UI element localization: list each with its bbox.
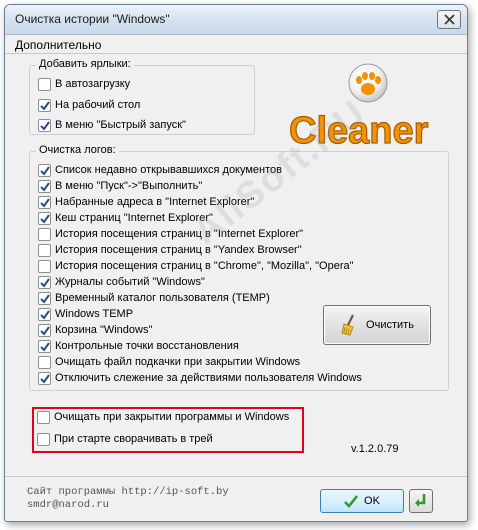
log-option-row[interactable]: Список недавно открывавшихся документов bbox=[38, 162, 282, 178]
checkbox[interactable] bbox=[38, 259, 51, 273]
log-option-row[interactable]: Временный каталог пользователя (TEMP) bbox=[38, 290, 270, 306]
site-email-text: smdr@narod.ru bbox=[27, 499, 109, 511]
checkbox[interactable] bbox=[38, 227, 51, 241]
checkbox-label: В меню "Пуск"->"Выполнить" bbox=[55, 180, 203, 192]
option-minimize-to-tray-row[interactable]: При старте сворачивать в трей bbox=[37, 431, 213, 447]
shortcut-autostart-row[interactable]: В автозагрузку bbox=[38, 76, 130, 92]
option-clean-on-close-row[interactable]: Очищать при закрытии программы и Windows bbox=[37, 409, 289, 425]
checkbox-label: История посещения страниц в "Yandex Brow… bbox=[55, 244, 302, 256]
checkbox-label: При старте сворачивать в трей bbox=[54, 433, 213, 445]
log-option-row[interactable]: История посещения страниц в "Yandex Brow… bbox=[38, 242, 302, 258]
menu-item-additional[interactable]: Дополнительно bbox=[15, 38, 101, 52]
checkbox[interactable] bbox=[38, 243, 51, 257]
log-option-row[interactable]: Windows TEMP bbox=[38, 306, 133, 322]
checkbox[interactable] bbox=[38, 371, 51, 385]
cleaner-logo: Cleaner bbox=[283, 63, 453, 153]
checkmark-icon bbox=[40, 181, 50, 192]
checkmark-icon bbox=[40, 325, 50, 336]
checkmark-icon bbox=[40, 213, 50, 224]
checkbox[interactable] bbox=[38, 307, 51, 321]
checkmark-icon bbox=[40, 277, 50, 288]
checkbox[interactable] bbox=[38, 339, 51, 353]
checkbox-label: Набранные адреса в "Internet Explorer" bbox=[55, 196, 255, 208]
checkmark-icon bbox=[40, 293, 50, 304]
log-option-row[interactable]: Отключить слежение за действиями пользов… bbox=[38, 370, 362, 386]
checkbox-label: Очищать файл подкачки при закрытии Windo… bbox=[55, 356, 301, 368]
checkmark-icon bbox=[40, 373, 50, 384]
clean-button-label: Очистить bbox=[366, 319, 414, 331]
checkbox-label: История посещения страниц в "Internet Ex… bbox=[55, 228, 304, 240]
log-option-row[interactable]: Кеш страниц "Internet Explorer" bbox=[38, 210, 213, 226]
checkbox-label: Отключить слежение за действиями пользов… bbox=[55, 372, 362, 384]
logs-group-title: Очистка логов: bbox=[36, 144, 119, 156]
checkmark-icon bbox=[40, 120, 50, 131]
log-option-row[interactable]: История посещения страниц в "Internet Ex… bbox=[38, 226, 303, 242]
menu-bar: Дополнительно bbox=[5, 35, 467, 54]
paw-logo-icon: Cleaner bbox=[288, 63, 429, 153]
checkbox-label: Windows TEMP bbox=[55, 308, 134, 320]
shortcuts-group-title: Добавить ярлыки: bbox=[36, 58, 134, 70]
shortcut-desktop-row[interactable]: На рабочий стол bbox=[38, 97, 140, 113]
version-label: v.1.2.0.79 bbox=[351, 443, 399, 455]
title-bar[interactable]: Очистка истории "Windows" bbox=[5, 5, 467, 35]
checkbox[interactable] bbox=[37, 410, 50, 424]
logo-text: Cleaner bbox=[289, 110, 429, 152]
log-option-row[interactable]: Контрольные точки восстановления bbox=[38, 338, 239, 354]
site-url-text: Сайт программы http://ip-soft.by bbox=[27, 486, 229, 498]
clean-button[interactable]: Очистить bbox=[323, 305, 431, 345]
checkbox[interactable] bbox=[38, 275, 51, 289]
checkbox-label: Список недавно открывавшихся документов bbox=[55, 164, 283, 176]
log-option-row[interactable]: Набранные адреса в "Internet Explorer" bbox=[38, 194, 254, 210]
checkbox[interactable] bbox=[38, 323, 51, 337]
log-option-row[interactable]: В меню "Пуск"->"Выполнить" bbox=[38, 178, 202, 194]
checkbox-label: На рабочий стол bbox=[55, 99, 141, 111]
site-info: Сайт программы http://ip-soft.by smdr@na… bbox=[27, 486, 229, 512]
checkbox-label: Кеш страниц "Internet Explorer" bbox=[55, 212, 213, 224]
checkmark-icon bbox=[40, 100, 50, 111]
checkbox[interactable] bbox=[38, 179, 51, 193]
close-icon bbox=[443, 14, 455, 25]
log-option-row[interactable]: Корзина "Windows" bbox=[38, 322, 152, 338]
checkbox-label: Временный каталог пользователя (TEMP) bbox=[55, 292, 270, 304]
checkbox-label: Контрольные точки восстановления bbox=[55, 340, 239, 352]
checkbox[interactable] bbox=[38, 211, 51, 225]
checkbox[interactable] bbox=[38, 291, 51, 305]
log-option-row[interactable]: История посещения страниц в "Chrome", "M… bbox=[38, 258, 354, 274]
checkbox[interactable] bbox=[38, 195, 51, 209]
back-button[interactable] bbox=[409, 489, 433, 513]
checkbox-label: История посещения страниц в "Chrome", "M… bbox=[55, 260, 354, 272]
checkbox[interactable] bbox=[38, 98, 51, 112]
checkmark-icon bbox=[40, 341, 50, 352]
checkbox-label: Очищать при закрытии программы и Windows bbox=[54, 411, 290, 423]
checkbox-label: Журналы событий "Windows" bbox=[55, 276, 205, 288]
main-window: Очистка истории "Windows" Дополнительно … bbox=[4, 4, 468, 522]
logs-group: Очистка логов: Список недавно открывавши… bbox=[29, 144, 449, 391]
checkbox-label: В автозагрузку bbox=[55, 78, 131, 90]
checkmark-icon bbox=[40, 197, 50, 208]
checkbox[interactable] bbox=[38, 77, 51, 91]
shortcuts-group: Добавить ярлыки: В автозагрузку На рабоч… bbox=[29, 58, 255, 135]
divider bbox=[5, 476, 467, 477]
check-icon bbox=[344, 494, 359, 508]
shortcut-quicklaunch-row[interactable]: В меню "Быстрый запуск" bbox=[38, 117, 186, 133]
broom-icon bbox=[341, 314, 355, 336]
window-title: Очистка истории "Windows" bbox=[15, 12, 170, 26]
checkmark-icon bbox=[40, 165, 50, 176]
log-option-row[interactable]: Очищать файл подкачки при закрытии Windo… bbox=[38, 354, 300, 370]
checkbox[interactable] bbox=[38, 163, 51, 177]
log-option-row[interactable]: Журналы событий "Windows" bbox=[38, 274, 205, 290]
checkbox-label: В меню "Быстрый запуск" bbox=[55, 119, 186, 131]
back-arrow-icon bbox=[415, 494, 426, 507]
checkmark-icon bbox=[40, 309, 50, 320]
checkbox[interactable] bbox=[38, 355, 51, 369]
close-button[interactable] bbox=[437, 10, 461, 29]
checkbox[interactable] bbox=[37, 432, 50, 446]
ok-button[interactable]: OK bbox=[320, 489, 404, 513]
ok-button-label: OK bbox=[364, 495, 380, 507]
checkbox[interactable] bbox=[38, 118, 51, 132]
checkbox-label: Корзина "Windows" bbox=[55, 324, 153, 336]
